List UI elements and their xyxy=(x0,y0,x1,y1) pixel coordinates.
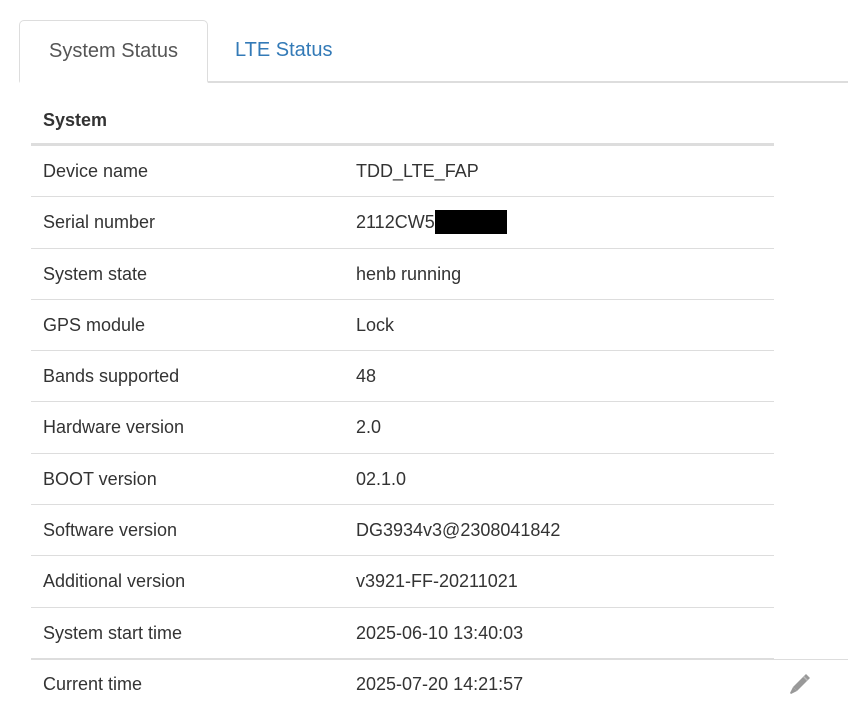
table-row-bands-supported: Bands supported 48 xyxy=(31,351,774,403)
table-row-additional-version: Additional version v3921-FF-20211021 xyxy=(31,556,774,608)
table-row-software-version: Software version DG3934v3@2308041842 xyxy=(31,505,774,557)
row-label: Device name xyxy=(43,161,149,181)
tab-system-status[interactable]: System Status xyxy=(19,20,208,83)
table-row-current-time: Current time 2025-07-20 14:21:57 xyxy=(31,658,848,710)
row-label: Serial number xyxy=(43,212,156,233)
table-row-boot-version: BOOT version 02.1.0 xyxy=(31,454,774,506)
table-row-system-start-time: System start time 2025-06-10 13:40:03 xyxy=(31,608,774,659)
row-value: DG3934v3@2308041842 xyxy=(356,520,561,541)
row-value: 2.0 xyxy=(356,417,382,438)
row-label: Software version xyxy=(43,520,178,541)
pencil-icon[interactable] xyxy=(786,671,812,697)
row-label: Bands supported xyxy=(43,366,180,387)
table-row-system-state: System state henb running xyxy=(31,249,774,300)
table-row-serial-number: Serial number 2112CW5 xyxy=(31,197,774,249)
row-value: 2112CW5 xyxy=(356,212,435,233)
system-status-table: System Device name TDD_LTE_FAP Serial nu… xyxy=(31,95,848,710)
row-label: BOOT version xyxy=(43,468,157,489)
row-value: 02.1.0 xyxy=(356,468,407,489)
status-tabs: System Status LTE Status xyxy=(19,20,848,83)
table-row-hardware-version: Hardware version 2.0 xyxy=(31,402,774,454)
row-label: Additional version xyxy=(43,571,186,592)
row-value: henb running xyxy=(356,263,462,284)
row-label: GPS module xyxy=(43,314,146,335)
row-label: Current time xyxy=(43,673,143,694)
table-row-gps-module: GPS module Lock xyxy=(31,300,774,352)
row-value: 48 xyxy=(356,366,377,387)
row-value-wrapper: 2112CW5 xyxy=(356,197,507,248)
row-label: Hardware version xyxy=(43,417,185,438)
tab-lte-status[interactable]: LTE Status xyxy=(235,20,332,83)
row-value: 2025-07-20 14:21:57 xyxy=(356,673,524,694)
row-value: v3921-FF-20211021 xyxy=(356,571,518,592)
row-value: Lock xyxy=(356,314,395,335)
table-heading: System xyxy=(31,95,774,146)
row-value: 2025-06-10 13:40:03 xyxy=(356,622,524,643)
row-value: TDD_LTE_FAP xyxy=(356,161,479,181)
table-row-device-name: Device name TDD_LTE_FAP xyxy=(31,146,774,198)
row-label: System state xyxy=(43,263,148,284)
row-label: System start time xyxy=(43,622,183,643)
redaction-block xyxy=(434,209,507,234)
